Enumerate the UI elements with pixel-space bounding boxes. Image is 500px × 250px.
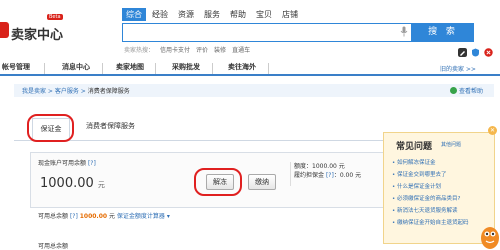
- perf-value: ：0.00 元: [333, 172, 362, 179]
- pay-button[interactable]: 缴纳: [248, 174, 276, 190]
- search-tab-all[interactable]: 综合: [122, 8, 146, 21]
- perf-help-link[interactable]: [?]: [326, 172, 334, 179]
- search-scope-tabs: 综合 经验 资源 服务 帮助 宝贝 店铺: [122, 8, 302, 21]
- breadcrumb: 我是卖家 > 客户服务 > 消费者保障服务: [22, 86, 130, 95]
- perf-label: 履约担保金: [294, 172, 325, 179]
- tab-consumer-protection[interactable]: 消费者保障服务: [86, 121, 135, 131]
- nav-divider: [155, 63, 156, 74]
- faq-item[interactable]: 新消法七天退货服务解读: [392, 205, 495, 217]
- floating-toolbar: [458, 48, 493, 57]
- close-icon[interactable]: [484, 48, 493, 57]
- search-button[interactable]: 搜 索: [412, 23, 474, 42]
- shield-icon[interactable]: [471, 48, 480, 57]
- highlight-circle-unfreeze: [194, 168, 242, 196]
- nav-divider: [102, 63, 103, 74]
- beta-badge: Beta: [47, 14, 63, 20]
- breadcrumb-current: 消费者保障服务: [87, 88, 130, 95]
- quota-label: 额度：: [294, 163, 313, 170]
- search-tab-experience[interactable]: 经验: [148, 8, 172, 21]
- logo-text: 卖家中心: [11, 28, 64, 43]
- faq-item[interactable]: 保证金交到哪里去了: [392, 169, 495, 181]
- logo-mark: [0, 22, 9, 38]
- search-tab-shops[interactable]: 店铺: [278, 8, 302, 21]
- faq-title: 常见问题: [396, 142, 433, 152]
- search-tab-services[interactable]: 服务: [200, 8, 224, 21]
- old-version-link[interactable]: 旧的卖家 >>: [440, 64, 476, 73]
- nav-item-seller-map[interactable]: 卖家地图: [116, 62, 144, 72]
- quota-info: 额度：1000.00 元 履约担保金 [?]：0.00 元: [294, 162, 361, 180]
- balance-label-text: 现金账户可用余额: [38, 160, 87, 167]
- hot-term[interactable]: 信用卡支付: [160, 45, 190, 54]
- hot-term[interactable]: 评价: [196, 45, 208, 54]
- breadcrumb-separator: >: [78, 88, 88, 95]
- available-help-link[interactable]: [?]: [70, 213, 78, 220]
- quota-value: 1000.00 元: [312, 163, 345, 170]
- hot-label: 卖家热搜：: [124, 47, 155, 54]
- faq-close-icon[interactable]: ✕: [488, 126, 497, 135]
- available-amount: 1000.00: [79, 213, 108, 220]
- balance-amount: 1000.00: [40, 176, 94, 191]
- available-unit: 元: [108, 213, 115, 220]
- calculator-label: 保证金额度计算器: [116, 213, 165, 220]
- faq-item[interactable]: 什么是保证金计划: [392, 181, 495, 193]
- highlight-circle-deposit-tab: [27, 114, 74, 142]
- nav-divider: [268, 63, 269, 74]
- card-divider: [290, 162, 291, 186]
- faq-more-link[interactable]: 其他问题: [441, 141, 461, 148]
- help-icon: [450, 87, 457, 94]
- faq-item[interactable]: 如何解冻保证金: [392, 157, 495, 169]
- help-label: 查看帮助: [459, 88, 484, 95]
- nav-item-overseas[interactable]: 卖往海外: [228, 62, 256, 72]
- nav-item-account[interactable]: 帐号管理: [2, 62, 30, 72]
- faq-item[interactable]: 必须缴保证金的商品类目?: [392, 193, 495, 205]
- search-tab-help[interactable]: 帮助: [226, 8, 250, 21]
- hot-term[interactable]: 装修: [214, 45, 226, 54]
- nav-item-wholesale[interactable]: 采购批发: [172, 62, 200, 72]
- view-help-link[interactable]: 查看帮助: [450, 86, 483, 95]
- sync-text: 可用总余额: [38, 243, 69, 250]
- available-balance: 可用总余额 [?] 1000.00 元 保证金额度计算器 ▾: [38, 211, 170, 220]
- breadcrumb-root[interactable]: 我是卖家: [22, 88, 46, 95]
- search-tab-items[interactable]: 宝贝: [252, 8, 276, 21]
- available-label: 可用总余额: [38, 213, 69, 220]
- balance-unit: 元: [97, 181, 105, 189]
- hot-searches: 卖家热搜： 信用卡支付 评价 装修 直通车: [124, 45, 250, 54]
- pencil-icon[interactable]: [458, 48, 467, 57]
- nav-item-messages[interactable]: 消息中心: [62, 62, 90, 72]
- nav-divider: [44, 63, 45, 74]
- hot-term[interactable]: 直通车: [232, 45, 250, 54]
- deposit-calculator-link[interactable]: 保证金额度计算器 ▾: [117, 213, 170, 220]
- microphone-icon[interactable]: [400, 26, 408, 37]
- nav-divider: [212, 63, 213, 74]
- balance-help-link[interactable]: [?]: [88, 160, 96, 167]
- search-tab-resources[interactable]: 资源: [174, 8, 198, 21]
- balance-label: 现金账户可用余额 [?]: [38, 158, 96, 167]
- balance-value: 1000.00 元: [40, 176, 105, 191]
- search-input[interactable]: [122, 23, 412, 42]
- breadcrumb-separator: >: [46, 88, 55, 95]
- breadcrumb-mid[interactable]: 客户服务: [55, 88, 79, 95]
- mascot-icon: [481, 227, 499, 249]
- tabs-underline: [14, 140, 392, 141]
